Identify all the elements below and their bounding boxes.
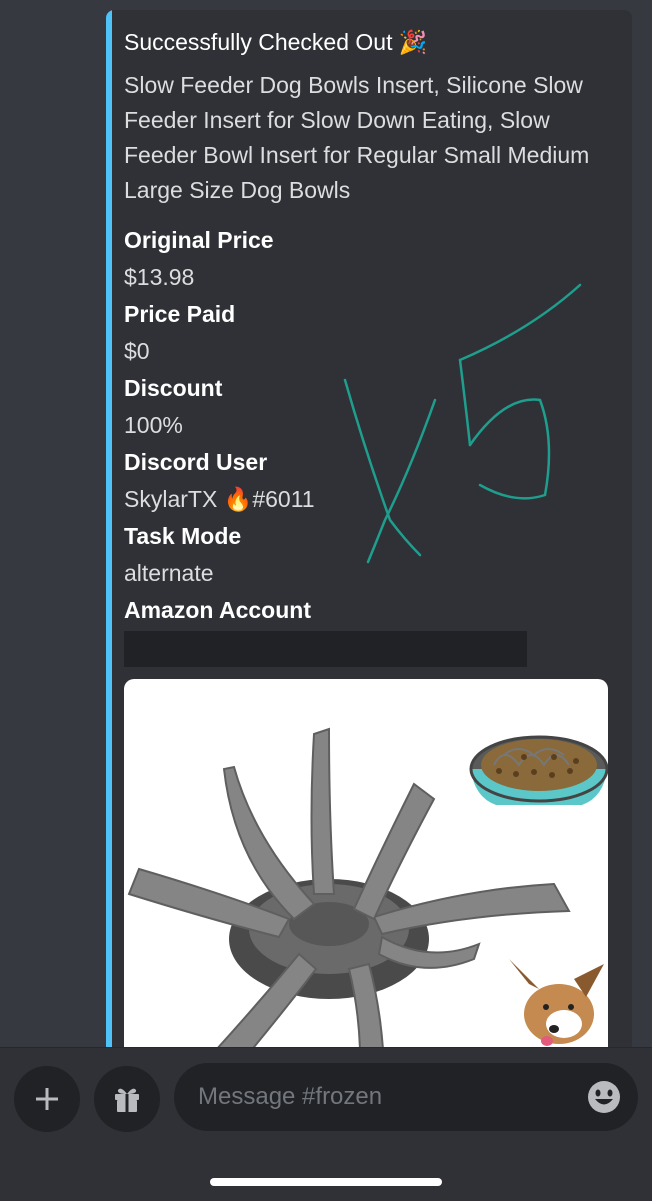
handwritten-x5-annotation xyxy=(343,283,582,564)
plus-icon xyxy=(36,1088,58,1110)
add-attachment-button[interactable] xyxy=(14,1066,80,1132)
embed-title: Successfully Checked Out 🎉 xyxy=(124,29,428,55)
product-illustration xyxy=(127,727,608,1047)
field-name-original-price: Original Price xyxy=(124,227,274,253)
gift-button[interactable] xyxy=(94,1066,160,1132)
gift-icon xyxy=(115,1088,139,1112)
message-input[interactable]: Message #frozen xyxy=(174,1063,638,1131)
redacted-amazon-account xyxy=(124,631,527,667)
message-composer-bar: Message #frozen xyxy=(0,1047,652,1201)
emoji-icon[interactable] xyxy=(586,1079,622,1115)
field-name-amazon-account: Amazon Account xyxy=(124,597,311,623)
product-image[interactable] xyxy=(124,679,608,1047)
embed-description: Slow Feeder Dog Bowls Insert, Silicone S… xyxy=(124,72,590,203)
chat-area: Successfully Checked Out 🎉 Slow Feeder D… xyxy=(0,0,652,1047)
home-indicator[interactable] xyxy=(210,1178,442,1186)
message-input-placeholder: Message #frozen xyxy=(198,1083,383,1110)
embed-accent-bar xyxy=(106,10,112,1047)
